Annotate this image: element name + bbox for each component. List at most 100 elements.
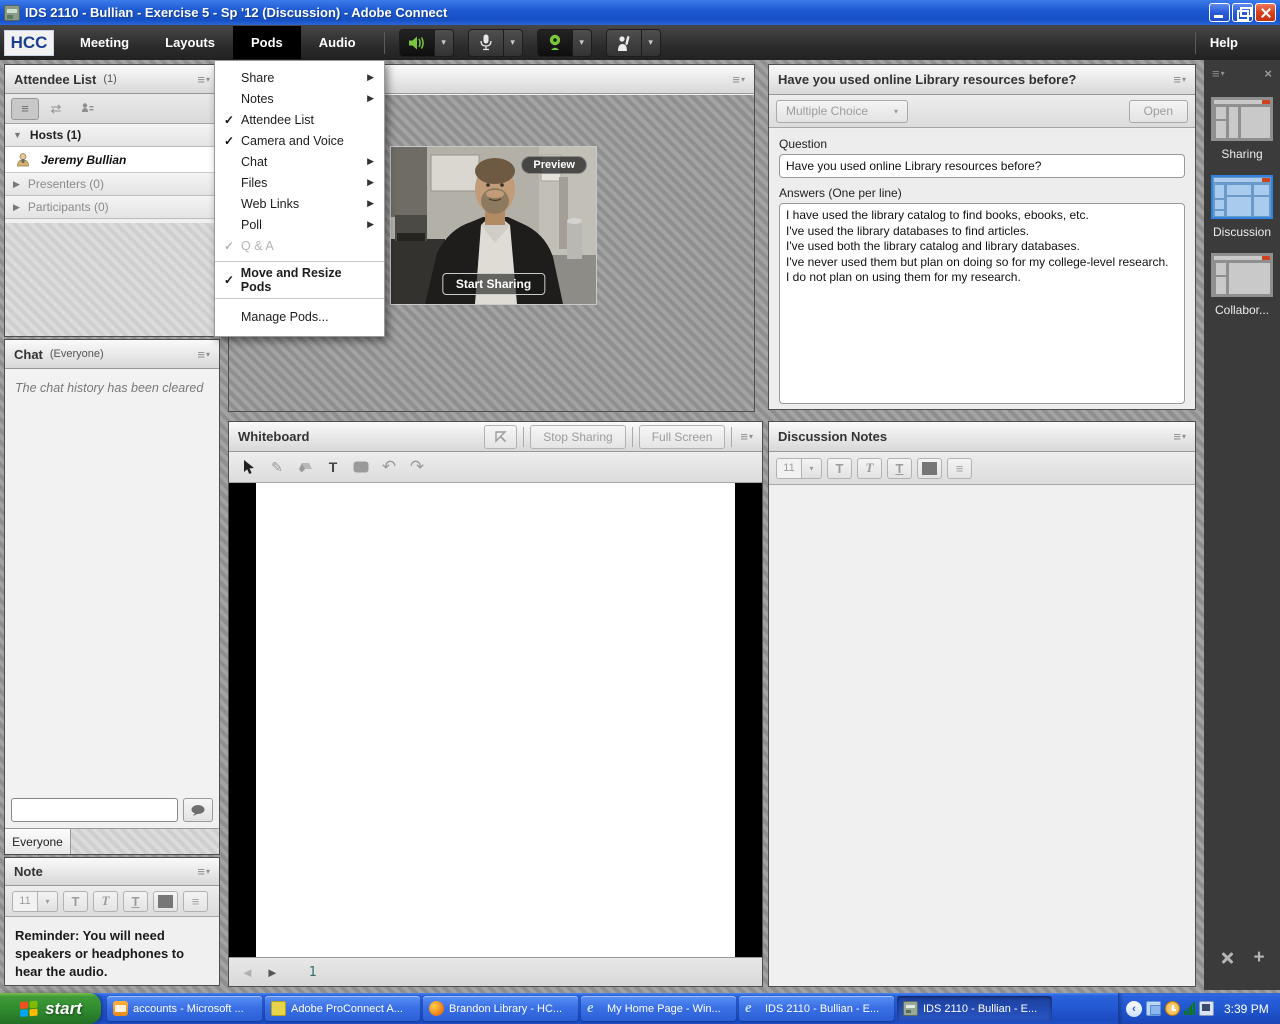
attendee-row-jeremy-bullian[interactable]: Jeremy Bullian [5,147,219,173]
menu-audio[interactable]: Audio [301,26,374,59]
start-sharing-button[interactable]: Start Sharing [442,273,545,295]
close-button[interactable] [1255,3,1276,22]
list-view-button[interactable]: ≡ [11,98,39,120]
menu-meeting[interactable]: Meeting [62,26,147,59]
pods-menu-share[interactable]: Share▶ [215,67,384,88]
add-layout-icon[interactable]: + [1253,950,1264,966]
layout-item-sharing[interactable]: Sharing [1204,97,1280,161]
poll-question-input[interactable] [779,154,1185,178]
taskbar-item-ids2110-connect[interactable]: IDS 2110 - Bullian - E... [897,996,1052,1021]
microphone-dropdown[interactable]: ▾ [504,29,523,57]
italic-button[interactable]: T [93,891,118,912]
shapes-tool[interactable] [348,455,374,479]
pointer-tool-button[interactable] [484,425,517,449]
pods-menu-poll[interactable]: Poll▶ [215,214,384,235]
layout-item-collaboration[interactable]: Collabor... [1204,253,1280,317]
speaker-button[interactable] [399,29,435,57]
bullet-list-button[interactable]: ≡ [183,891,208,912]
status-view-button[interactable] [73,98,101,120]
note-pod-options-icon[interactable]: ≡▾ [197,865,210,878]
pods-menu-notes[interactable]: Notes▶ [215,88,384,109]
chat-tab-everyone[interactable]: Everyone [5,829,71,854]
raise-hand-dropdown[interactable]: ▾ [642,29,661,57]
underline-button[interactable]: T [123,891,148,912]
whiteboard-canvas[interactable] [229,483,762,957]
pods-menu-move-and-resize[interactable]: ✓Move and Resize Pods [215,267,384,293]
pods-menu-camera-and-voice[interactable]: ✓Camera and Voice [215,130,384,151]
bold-button[interactable]: T [827,458,852,479]
text-color-button[interactable] [917,458,942,479]
speaker-icon [408,35,426,51]
poll-pod-options-icon[interactable]: ≡▾ [1173,73,1186,86]
underline-button[interactable]: T [887,458,912,479]
start-button[interactable]: start [0,993,101,1024]
taskbar-item-ids2110-browser[interactable]: e IDS 2110 - Bullian - E... [739,996,894,1021]
attendee-pod-options-icon[interactable]: ≡▾ [197,73,210,86]
minimize-button[interactable] [1209,3,1230,22]
speaker-dropdown[interactable]: ▾ [435,29,454,57]
text-tool[interactable]: T [320,455,346,479]
menu-help[interactable]: Help [1196,27,1252,58]
raise-hand-button[interactable] [606,29,642,57]
reminder-clock-tray-icon[interactable] [1165,1001,1180,1016]
poll-answers-area[interactable]: I have used the library catalog to find … [779,203,1185,404]
menu-pods[interactable]: Pods [233,26,301,59]
bold-button[interactable]: T [63,891,88,912]
chat-tab-filler [71,829,219,854]
webcam-button[interactable] [537,29,573,57]
stop-sharing-button[interactable]: Stop Sharing [530,425,625,449]
taskbar-item-accounts[interactable]: accounts - Microsoft ... [107,996,262,1021]
display-settings-tray-icon[interactable] [1146,1001,1161,1016]
discussion-notes-options-icon[interactable]: ≡▾ [1173,430,1186,443]
pencil-tool[interactable]: ✎ [264,455,290,479]
layouts-options-icon[interactable]: ≡▾ [1212,67,1225,80]
discussion-notes-body[interactable] [769,486,1195,986]
microphone-button[interactable] [468,29,504,57]
layout-tools-icon[interactable] [1219,950,1235,966]
poll-type-select: Multiple Choice ▾ [776,100,908,123]
eraser-tool[interactable] [292,455,318,479]
whiteboard-pod-options-icon[interactable]: ≡▾ [740,430,753,443]
pointer-icon [494,430,507,443]
hosts-group-row[interactable]: ▼ Hosts (1) [5,124,219,147]
breakout-view-button[interactable]: ⇄ [42,98,70,120]
checkmark-icon: ✓ [224,113,241,127]
note-body-text[interactable]: Reminder: You will need speakers or head… [5,917,219,991]
full-screen-button[interactable]: Full Screen [639,425,726,449]
network-signal-tray-icon[interactable] [1184,1002,1195,1015]
text-color-button[interactable] [153,891,178,912]
volume-monitor-tray-icon[interactable] [1199,1001,1214,1016]
chat-send-button[interactable] [183,798,213,822]
selection-arrow-tool[interactable] [236,455,262,479]
participants-group-row[interactable]: ▶ Participants (0) [5,196,219,219]
submenu-arrow-icon: ▶ [367,219,374,230]
presenters-group-row[interactable]: ▶ Presenters (0) [5,173,219,196]
taskbar-item-brandon-library[interactable]: Brandon Library - HC... [423,996,578,1021]
bullet-list-button[interactable]: ≡ [947,458,972,479]
next-page-icon[interactable]: ► [266,965,279,980]
chat-pod-options-icon[interactable]: ≡▾ [197,348,210,361]
menu-layouts[interactable]: Layouts [147,26,233,59]
taskbar-item-my-home-page[interactable]: e My Home Page - Win... [581,996,736,1021]
taskbar-item-adobe-proconnect[interactable]: Adobe ProConnect A... [265,996,420,1021]
camera-pod-options-icon[interactable]: ≡▾ [732,73,745,86]
chat-message-input[interactable] [11,798,178,822]
restore-button[interactable] [1232,3,1253,22]
pods-menu-attendee-list[interactable]: ✓Attendee List [215,109,384,130]
italic-button[interactable]: T [857,458,882,479]
webcam-dropdown[interactable]: ▾ [573,29,592,57]
pods-menu-manage-pods[interactable]: Manage Pods... [215,304,384,330]
submenu-arrow-icon: ▶ [367,72,374,83]
pods-menu-files[interactable]: Files▶ [215,172,384,193]
pods-menu-chat[interactable]: Chat▶ [215,151,384,172]
close-layouts-panel-icon[interactable]: × [1264,66,1272,81]
undo-button: ↶ [376,455,402,479]
layout-item-discussion[interactable]: Discussion [1204,175,1280,239]
pods-menu-web-links[interactable]: Web Links▶ [215,193,384,214]
clock[interactable]: 3:39 PM [1224,1002,1269,1016]
chat-tab-bar: Everyone [5,828,219,854]
whiteboard-page[interactable] [256,483,735,957]
note-font-size-select[interactable]: 11 ▾ [12,891,58,912]
hide-tray-icons-chevron[interactable]: ‹ [1126,1001,1142,1017]
discussion-font-size-select[interactable]: 11 ▾ [776,458,822,479]
